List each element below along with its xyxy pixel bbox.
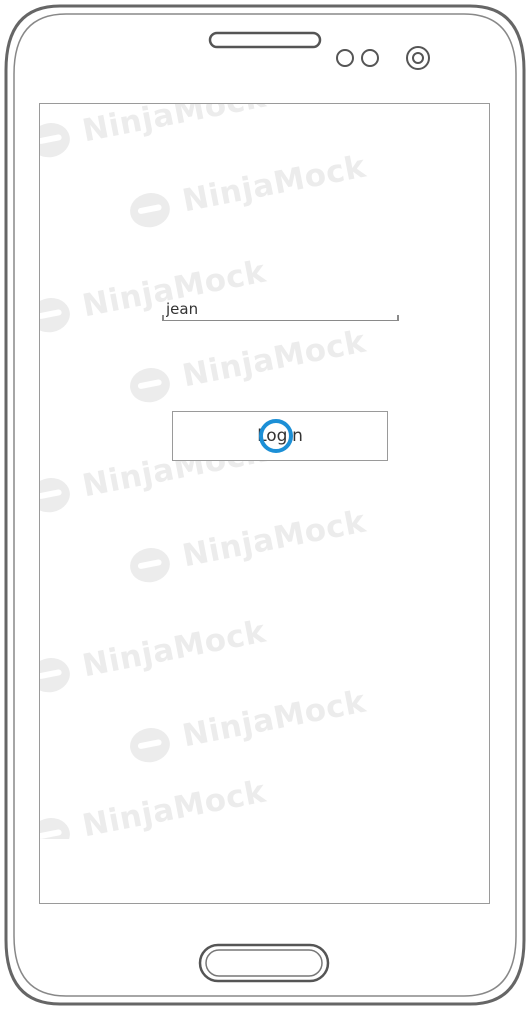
input-tick-left [162, 315, 164, 321]
ninja-logo-icon [40, 119, 73, 161]
watermark-layer: NinjaMock NinjaMock NinjaMock NinjaMock … [40, 104, 370, 839]
watermark: NinjaMock [40, 774, 269, 839]
input-tick-right [397, 315, 399, 321]
watermark: NinjaMock [126, 684, 369, 766]
front-camera-lens [412, 52, 424, 64]
watermark: NinjaMock [126, 504, 369, 586]
ninja-logo-icon [126, 189, 173, 231]
watermark: NinjaMock [40, 104, 269, 161]
watermark: NinjaMock [126, 149, 369, 231]
ninja-logo-icon [40, 294, 73, 336]
watermark: NinjaMock [40, 254, 269, 336]
watermark: NinjaMock [126, 324, 369, 406]
ninja-logo-icon [126, 544, 173, 586]
ninja-logo-icon [40, 814, 73, 839]
ninja-logo-icon [40, 654, 73, 696]
click-indicator [259, 419, 293, 453]
ninja-logo-icon [40, 474, 73, 516]
ninja-logo-icon [126, 364, 173, 406]
front-sensor [361, 49, 379, 67]
username-input[interactable] [162, 297, 398, 321]
speaker-grille [208, 31, 322, 49]
front-camera [406, 46, 430, 70]
device-screen: NinjaMock NinjaMock NinjaMock NinjaMock … [39, 103, 490, 904]
front-sensor [336, 49, 354, 67]
ninja-logo-icon [126, 724, 173, 766]
watermark: NinjaMock [40, 614, 269, 696]
